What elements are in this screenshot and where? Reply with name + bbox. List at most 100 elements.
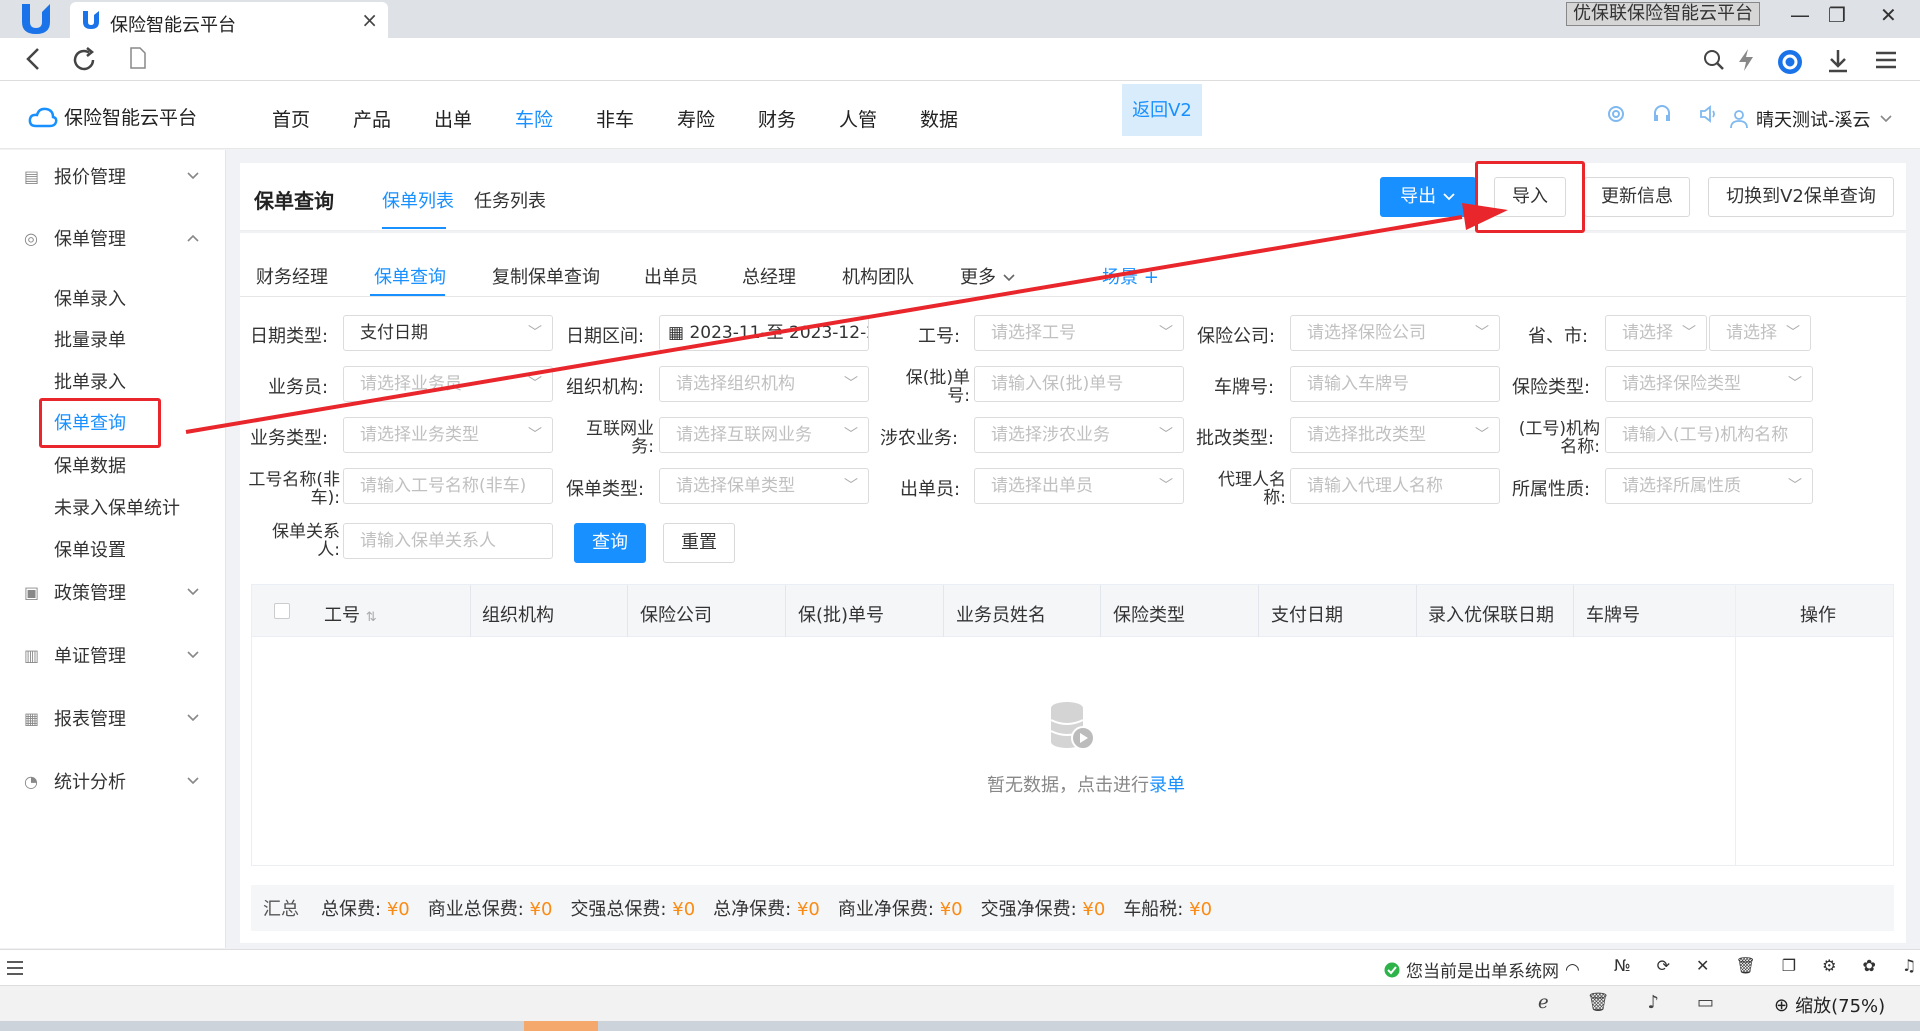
close-icon[interactable]: ✕ [1696,956,1709,975]
active-tab-indicator [382,227,446,229]
browser-tab[interactable]: 保险智能云平台 × [70,2,388,38]
browser-logo-icon[interactable] [16,2,56,36]
biz-type-select[interactable]: 请选择业务类型 ﹀ [343,417,553,453]
headset-icon[interactable] [1652,104,1672,124]
ie-icon[interactable]: ℯ [1538,992,1549,1013]
settings-icon[interactable] [1606,104,1626,124]
nav-issue[interactable]: 出单 [434,105,515,132]
relation-input[interactable]: 请输入保单关系人 [343,523,553,559]
sidebar-item-policy-data[interactable]: 保单数据 [54,452,126,478]
chevron-down-icon: ﹀ [528,325,542,341]
tab-task-list[interactable]: 任务列表 [474,187,546,213]
date-type-select[interactable]: 支付日期 ﹀ [343,315,553,351]
nav-home[interactable]: 首页 [272,105,353,132]
speaker-icon[interactable] [1698,104,1718,124]
switch-v2-button[interactable]: 切换到V2保单查询 [1708,177,1894,217]
back-icon[interactable] [22,46,44,72]
create-entry-link[interactable]: 录单 [1149,775,1185,796]
policy-no-input[interactable]: 请输入保(批)单号 [974,366,1184,402]
agent-input[interactable]: 请输入代理人名称 [1290,468,1500,504]
download-icon[interactable] [1826,48,1850,74]
back-v2-button[interactable]: 返回V2 [1122,84,1202,136]
minimize-icon[interactable]: — [1790,3,1810,27]
reset-button[interactable]: 重置 [663,523,735,563]
insurer-select[interactable]: 请选择保险公司 ﹀ [1290,315,1500,351]
lightning-icon[interactable] [1736,48,1756,72]
trash-icon[interactable]: 🗑 [1735,956,1755,975]
salesman-select[interactable]: 请选择业务员 ﹀ [343,366,553,402]
search-icon[interactable] [1702,48,1726,72]
province-select[interactable]: 请选择 ﹀ [1605,315,1707,351]
brand[interactable]: 保险智能云平台 [28,103,197,130]
volume-icon[interactable]: ♪ [1648,992,1660,1013]
subtab-gm[interactable]: 总经理 [742,263,796,289]
agri-select[interactable]: 请选择涉农业务 ﹀ [974,417,1184,453]
summary-item-label: 车船税: [1123,899,1184,920]
header-icons [1606,104,1718,124]
ownership-select[interactable]: 请选择所属性质 ﹀ [1605,468,1813,504]
endorse-select[interactable]: 请选择批改类型 ﹀ [1290,417,1500,453]
policy-type-placeholder: 请选择保单类型 [676,476,795,496]
sort-icon[interactable]: ⇅ [366,610,377,625]
issuer-select[interactable]: 请选择出单员 ﹀ [974,468,1184,504]
date-range-label: 日期区间: [566,326,645,347]
tab-close-icon[interactable]: × [361,8,378,32]
menu-icon[interactable] [1874,48,1898,72]
export-button[interactable]: 导出 [1380,177,1476,217]
user-menu[interactable]: 晴天测试-溪云 [1730,106,1893,132]
org-name-input[interactable]: 请输入(工号)机构名称 [1605,417,1813,453]
date-range-input[interactable]: ▦ 2023-11-至 2023-12-23 [659,315,869,351]
work-no-select[interactable]: 请选择工号 ﹀ [974,315,1184,351]
subtab-more[interactable]: 更多 [960,263,1016,289]
close-window-icon[interactable]: ✕ [1880,3,1897,27]
browser-e-icon[interactable] [1776,48,1804,76]
empty-message: 暂无数据，点击进行 [987,775,1149,796]
maximize-icon[interactable]: ❐ [1828,3,1846,27]
nav-product[interactable]: 产品 [353,105,434,132]
bell-icon[interactable]: ♫ [1902,956,1916,975]
nav-hr[interactable]: 人管 [839,105,920,132]
nav-data[interactable]: 数据 [920,105,1001,132]
nav-life[interactable]: 寿险 [677,105,758,132]
work-name-input[interactable]: 请输入工号名称(非车) [343,468,553,504]
nav-finance[interactable]: 财务 [758,105,839,132]
nav-auto-insurance[interactable]: 车险 [515,105,596,132]
query-button[interactable]: 查询 [574,523,646,563]
summary-item-label: 商业净保费: [837,899,934,920]
trash-icon[interactable]: 🗑 [1587,992,1610,1013]
screen-icon[interactable]: ▭ [1697,992,1714,1013]
column-header-work-no[interactable]: 工号 ⇅ [324,601,377,627]
subtab-org-team[interactable]: 机构团队 [842,263,914,289]
subtab-policy-query[interactable]: 保单查询 [374,263,446,289]
paw-icon[interactable]: ✿ [1862,956,1875,975]
nav-non-auto[interactable]: 非车 [596,105,677,132]
internet-select[interactable]: 请选择互联网业务 ﹀ [659,417,869,453]
number-icon[interactable]: № [1614,956,1631,975]
chevron-down-icon [187,714,199,722]
city-select[interactable]: 请选择 ﹀ [1709,315,1811,351]
issuer-label: 出单员: [900,479,961,500]
sidebar-item-policy-settings[interactable]: 保单设置 [54,536,126,562]
scene-button[interactable]: 场景 + [1102,263,1159,289]
policy-type-select[interactable]: 请选择保单类型 ﹀ [659,468,869,504]
summary-item-value: ¥0 [939,899,963,920]
sidebar-item-batch-entry[interactable]: 批量录单 [54,326,126,352]
zoom-control[interactable]: ⊕ 缩放(75%) [1774,992,1885,1018]
copy-icon[interactable]: ❐ [1782,956,1796,975]
select-all-checkbox[interactable] [274,603,290,619]
sidebar-item-policy-entry[interactable]: 保单录入 [54,285,126,311]
tab-policy-list[interactable]: 保单列表 [382,187,454,213]
subtab-copy-query[interactable]: 复制保单查询 [492,263,600,289]
sync-icon[interactable]: ⟳ [1657,956,1670,975]
ins-type-select[interactable]: 请选择保险类型 ﹀ [1605,366,1813,402]
sidebar-item-unrecorded-stats[interactable]: 未录入保单统计 [54,494,180,520]
subtab-issuer[interactable]: 出单员 [644,263,698,289]
gear-icon[interactable]: ⚙ [1822,956,1836,975]
subtab-finance-manager[interactable]: 财务经理 [256,263,328,289]
hamburger-icon[interactable] [6,960,24,976]
update-info-button[interactable]: 更新信息 [1584,177,1690,217]
plate-input[interactable]: 请输入车牌号 [1290,366,1500,402]
org-select[interactable]: 请选择组织机构 ﹀ [659,366,869,402]
reload-icon[interactable] [70,46,98,74]
sidebar-item-endorsement-entry[interactable]: 批单录入 [54,368,126,394]
